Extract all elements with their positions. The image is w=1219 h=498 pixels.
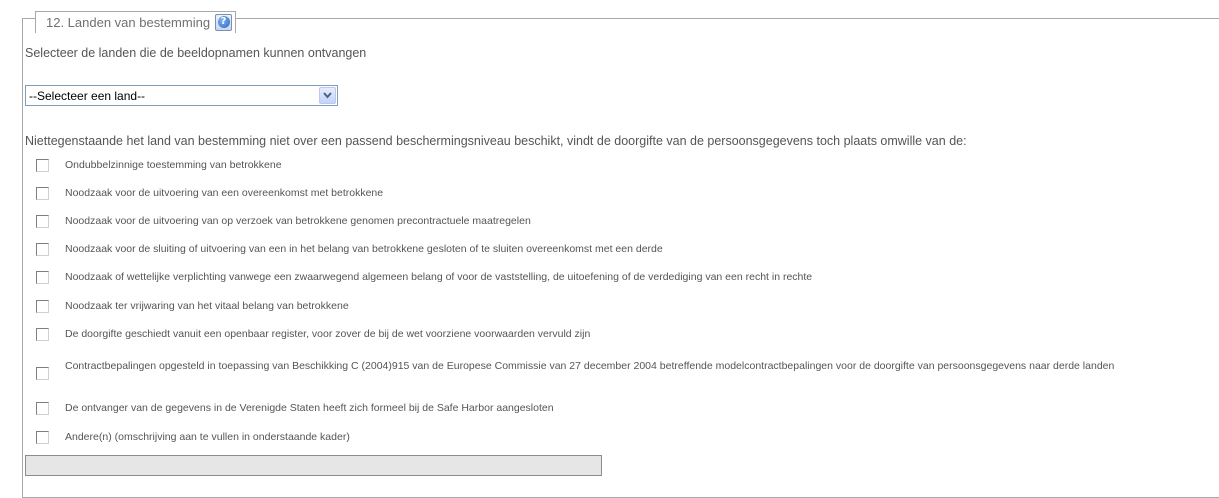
help-question-mark: ? (217, 16, 230, 28)
option-checkbox[interactable] (36, 159, 49, 172)
option-row: De doorgifte geschiedt vanuit een openba… (36, 328, 1185, 341)
option-checkbox[interactable] (36, 271, 49, 284)
option-row: Noodzaak ter vrijwaring van het vitaal b… (36, 300, 1185, 313)
intro-text: Selecteer de landen die de beeldopnamen … (25, 46, 367, 60)
option-row: Noodzaak voor de uitvoering van een over… (36, 187, 1185, 200)
option-label: Noodzaak voor de uitvoering van een over… (65, 187, 384, 199)
option-label: Noodzaak ter vrijwaring van het vitaal b… (65, 300, 349, 312)
option-label: Andere(n) (omschrijving aan te vullen in… (65, 431, 350, 443)
option-row: Andere(n) (omschrijving aan te vullen in… (36, 431, 1185, 444)
other-description-field[interactable] (25, 455, 602, 476)
chevron-down-icon[interactable] (319, 87, 336, 104)
section-title: 12. Landen van bestemming (46, 14, 211, 30)
country-select[interactable]: --Selecteer een land-- (25, 85, 338, 106)
option-row: Noodzaak of wettelijke verplichting vanw… (36, 271, 1185, 284)
option-label: Noodzaak voor de uitvoering van op verzo… (65, 215, 531, 227)
option-label: Ondubbelzinnige toestemming van betrokke… (65, 159, 282, 171)
section-legend: 12. Landen van bestemming ? (35, 11, 237, 33)
option-row: Noodzaak voor de sluiting of uitvoering … (36, 243, 1185, 256)
option-checkbox[interactable] (36, 367, 49, 380)
option-row: Noodzaak voor de uitvoering van op verzo… (36, 215, 1185, 228)
help-icon[interactable]: ? (215, 13, 233, 31)
option-row: Contractbepalingen opgesteld in toepassi… (36, 360, 1185, 380)
option-checkbox[interactable] (36, 215, 49, 228)
option-label: Noodzaak of wettelijke verplichting vanw… (65, 271, 813, 283)
option-row: De ontvanger van de gegevens in de Veren… (36, 402, 1185, 415)
notwithstanding-text: Niettegenstaande het land van bestemming… (25, 134, 967, 148)
option-checkbox[interactable] (36, 300, 49, 313)
option-checkbox[interactable] (36, 187, 49, 200)
option-label: Contractbepalingen opgesteld in toepassi… (65, 360, 1115, 372)
option-label: De doorgifte geschiedt vanuit een openba… (65, 328, 591, 340)
option-checkbox[interactable] (36, 243, 49, 256)
option-checkbox[interactable] (36, 431, 49, 444)
option-label: Noodzaak voor de sluiting of uitvoering … (65, 243, 663, 255)
country-select-value: --Selecteer een land-- (29, 88, 146, 103)
option-checkbox[interactable] (36, 402, 49, 415)
option-row: Ondubbelzinnige toestemming van betrokke… (36, 159, 1185, 172)
option-checkbox[interactable] (36, 328, 49, 341)
option-label: De ontvanger van de gegevens in de Veren… (65, 402, 554, 414)
